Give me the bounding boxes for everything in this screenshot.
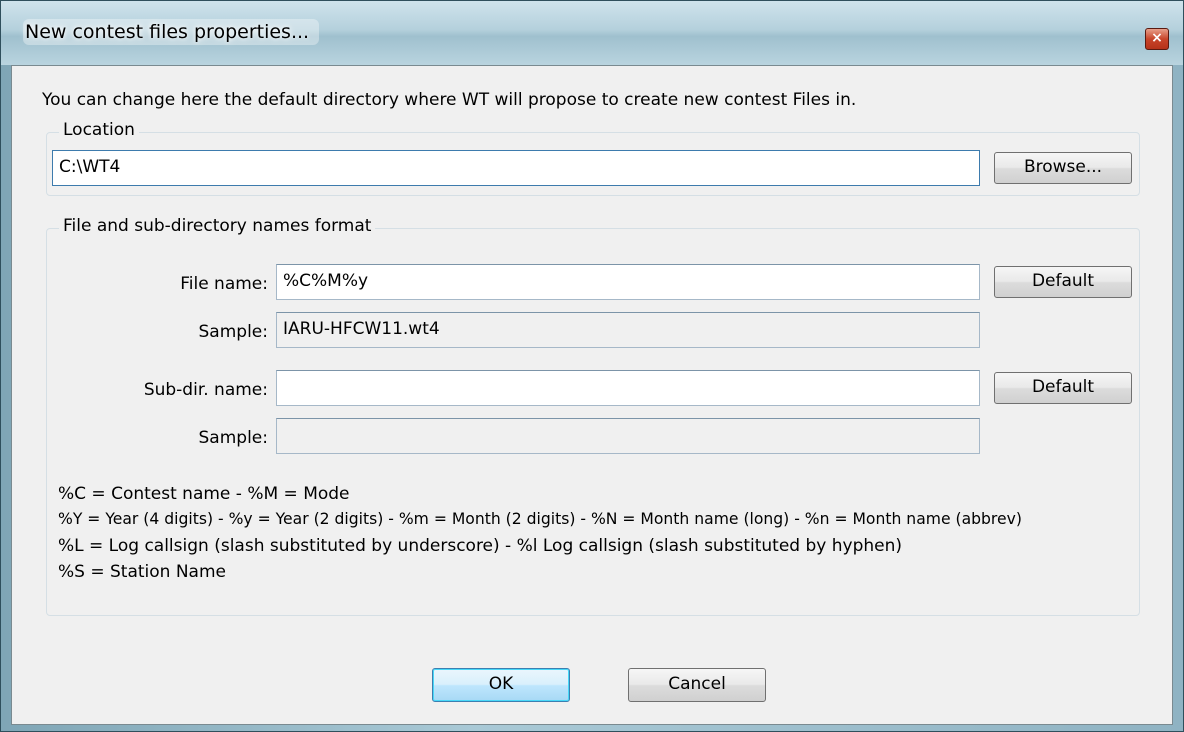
window-title: New contest files properties... bbox=[23, 19, 320, 45]
dialog-client-area: You can change here the default director… bbox=[11, 65, 1173, 725]
format-legend-line-4: %S = Station Name bbox=[58, 562, 226, 582]
subdir-sample-label: Sample: bbox=[198, 428, 268, 448]
file-name-default-button[interactable]: Default bbox=[994, 266, 1132, 298]
format-legend-line-1: %C = Contest name - %M = Mode bbox=[58, 484, 350, 504]
subdir-sample-field bbox=[276, 418, 980, 454]
location-path-input[interactable]: C:\WT4 bbox=[52, 150, 980, 186]
cancel-button[interactable]: Cancel bbox=[628, 668, 766, 702]
subdir-name-input[interactable] bbox=[276, 370, 980, 406]
subdir-name-label: Sub-dir. name: bbox=[143, 380, 268, 400]
format-legend-line-3: %L = Log callsign (slash substituted by … bbox=[58, 536, 903, 556]
subdir-default-button[interactable]: Default bbox=[994, 372, 1132, 404]
intro-text: You can change here the default director… bbox=[42, 90, 857, 110]
format-legend-line-2: %Y = Year (4 digits) - %y = Year (2 digi… bbox=[58, 510, 1022, 528]
title-bar[interactable]: New contest files properties... × bbox=[1, 1, 1183, 65]
format-group-label: File and sub-directory names format bbox=[59, 216, 376, 236]
location-group-label: Location bbox=[59, 120, 139, 140]
close-button[interactable]: × bbox=[1145, 28, 1169, 50]
close-icon: × bbox=[1151, 30, 1163, 46]
browse-button[interactable]: Browse... bbox=[994, 152, 1132, 184]
file-name-input[interactable]: %C%M%y bbox=[276, 264, 980, 300]
dialog-window: New contest files properties... × You ca… bbox=[0, 0, 1184, 732]
file-name-label: File name: bbox=[180, 274, 268, 294]
file-sample-field: IARU-HFCW11.wt4 bbox=[276, 312, 980, 348]
ok-button[interactable]: OK bbox=[432, 668, 570, 702]
file-sample-label: Sample: bbox=[198, 322, 268, 342]
